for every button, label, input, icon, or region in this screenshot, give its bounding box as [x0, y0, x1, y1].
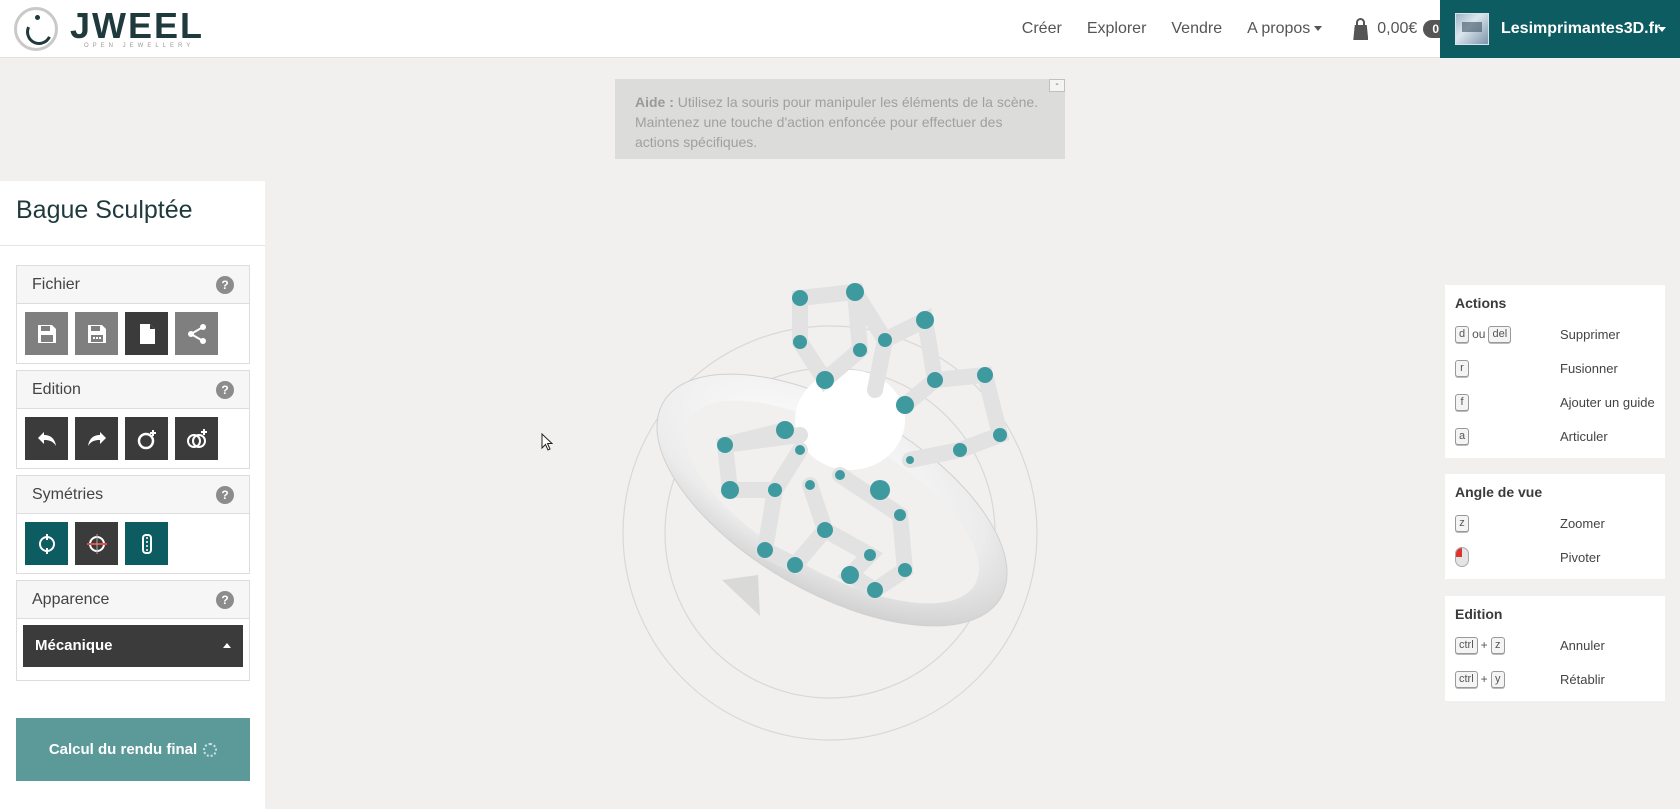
save-icon: [37, 324, 56, 343]
save-as-icon: [87, 324, 106, 343]
final-render-button[interactable]: Calcul du rendu final: [16, 718, 250, 781]
key-ctrl: ctrl: [1455, 670, 1478, 688]
share-button[interactable]: [175, 312, 218, 355]
radial-symmetry-icon: [38, 533, 55, 554]
help-label: Aide :: [635, 94, 674, 110]
shortcut-row: ctrl + z Annuler: [1455, 628, 1655, 662]
jweel-logo[interactable]: JWEEL OPEN JEWELLERY: [14, 6, 204, 52]
redo-icon: [87, 431, 106, 446]
mouse-left-click-icon: [1455, 547, 1469, 567]
shortcuts-view-title: Angle de vue: [1455, 484, 1543, 500]
shortcut-row: a Articuler: [1455, 419, 1655, 453]
key-f: f: [1455, 393, 1469, 411]
user-name: Lesimprimantes3D.fr: [1501, 20, 1661, 37]
shopping-bag-icon: [1352, 18, 1369, 40]
chevron-up-icon: [223, 643, 231, 648]
help-icon[interactable]: ?: [216, 486, 234, 504]
help-collapse-button[interactable]: -: [1049, 79, 1065, 92]
help-icon[interactable]: ?: [216, 381, 234, 399]
shortcut-row: f Ajouter un guide: [1455, 385, 1655, 419]
key-a: a: [1455, 427, 1470, 445]
shortcut-label: Supprimer: [1560, 326, 1620, 342]
new-file-button[interactable]: [125, 312, 168, 355]
shortcuts-edition-panel: Edition ctrl + z Annuler ctrl + y Rétablir: [1445, 596, 1665, 701]
loading-spinner-icon: [203, 742, 218, 757]
redo-button[interactable]: [75, 417, 118, 460]
3d-viewport[interactable]: [600, 270, 1060, 750]
shortcut-label: Ajouter un guide: [1560, 394, 1655, 410]
section-edition: Edition ?: [16, 370, 250, 469]
logo-icon: [14, 7, 58, 51]
nav-link-creer[interactable]: Créer: [1022, 20, 1062, 38]
mirror-symmetry-button[interactable]: [75, 522, 118, 565]
share-icon: [187, 323, 206, 344]
avatar: [1455, 13, 1489, 45]
shortcut-row: ctrl + y Rétablir: [1455, 662, 1655, 696]
shortcuts-view-panel: Angle de vue z Zoomer Pivoter: [1445, 474, 1665, 579]
help-box: Aide : Utilisez la souris pour manipuler…: [615, 79, 1065, 159]
nav-links: Créer Explorer Vendre A propos 0,00€ 0: [997, 0, 1448, 58]
save-as-button[interactable]: [75, 312, 118, 355]
add-double-ring-icon: [186, 428, 207, 448]
section-symetries: Symétries ?: [16, 475, 250, 574]
key-r: r: [1455, 359, 1469, 377]
add-double-ring-button[interactable]: [175, 417, 218, 460]
help-text: Utilisez la souris pour manipuler les él…: [635, 94, 1039, 150]
user-menu[interactable]: Lesimprimantes3D.fr: [1440, 0, 1680, 58]
shortcut-label: Pivoter: [1560, 549, 1601, 565]
axial-symmetry-icon: [141, 533, 152, 554]
shortcuts-actions-panel: Actions d ou del Supprimer r Fusionner f A…: [1445, 285, 1665, 458]
shortcut-row: z Zoomer: [1455, 506, 1655, 540]
axial-symmetry-button[interactable]: [125, 522, 168, 565]
save-button[interactable]: [25, 312, 68, 355]
key-z: z: [1490, 636, 1505, 654]
shortcut-label: Rétablir: [1560, 671, 1605, 687]
key-y: y: [1490, 670, 1505, 688]
shortcut-label: Articuler: [1560, 428, 1608, 444]
cart-button[interactable]: 0,00€ 0: [1352, 18, 1448, 40]
help-icon[interactable]: ?: [216, 276, 234, 294]
key-ctrl: ctrl: [1455, 636, 1478, 654]
section-apparence: Apparence ? Mécanique: [16, 580, 250, 681]
shortcut-row: d ou del Supprimer: [1455, 317, 1655, 351]
nav-link-vendre[interactable]: Vendre: [1171, 20, 1222, 38]
shortcuts-actions-title: Actions: [1455, 295, 1507, 311]
shortcut-label: Annuler: [1560, 637, 1605, 653]
appearance-select[interactable]: Mécanique: [23, 625, 243, 667]
top-navbar: JWEEL OPEN JEWELLERY Créer Explorer Vend…: [0, 0, 1680, 58]
nav-link-a-propos[interactable]: A propos: [1247, 20, 1323, 38]
logo-wordmark: JWEEL: [70, 5, 205, 46]
chevron-down-icon: [1658, 27, 1666, 32]
page-title: Bague Sculptée: [0, 181, 265, 246]
key-z: z: [1455, 514, 1469, 532]
radial-symmetry-button[interactable]: [25, 522, 68, 565]
undo-icon: [37, 431, 56, 446]
section-fichier: Fichier ?: [16, 265, 250, 364]
section-title-edition: Edition: [32, 381, 81, 398]
nav-link-explorer[interactable]: Explorer: [1087, 20, 1147, 38]
chevron-down-icon: [1314, 26, 1323, 32]
shortcut-label: Zoomer: [1560, 515, 1605, 531]
key-del: del: [1488, 325, 1512, 343]
shortcut-label: Fusionner: [1560, 360, 1618, 376]
shortcut-row: r Fusionner: [1455, 351, 1655, 385]
add-ring-button[interactable]: [125, 417, 168, 460]
shortcut-row: Pivoter: [1455, 540, 1655, 574]
section-title-apparence: Apparence: [32, 591, 110, 608]
section-title-symetries: Symétries: [32, 486, 104, 503]
section-title-fichier: Fichier: [32, 276, 81, 293]
cart-amount: 0,00€: [1377, 20, 1418, 37]
key-d: d: [1455, 325, 1470, 343]
file-icon: [139, 323, 155, 344]
undo-button[interactable]: [25, 417, 68, 460]
logo-tagline: OPEN JEWELLERY: [84, 43, 195, 49]
mouse-cursor-icon: [541, 433, 553, 451]
guide-marker: [722, 575, 760, 616]
mirror-symmetry-icon: [86, 533, 107, 554]
shortcuts-edition-title: Edition: [1455, 606, 1503, 622]
add-ring-icon: [137, 429, 156, 449]
help-icon[interactable]: ?: [216, 591, 234, 609]
